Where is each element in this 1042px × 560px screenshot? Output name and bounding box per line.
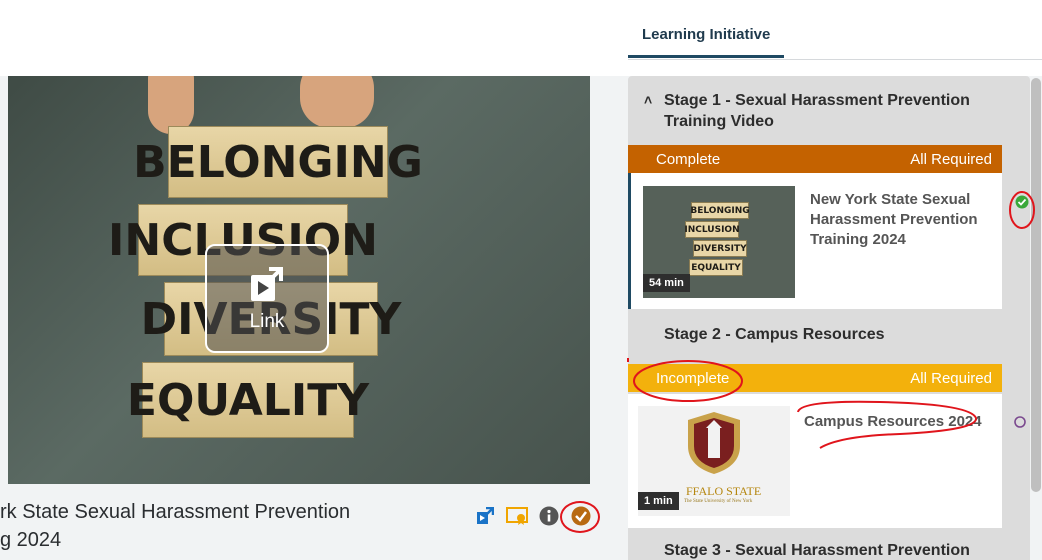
block-equality: EQUALITY [127,362,369,438]
campus-seal-logo [688,412,740,474]
stage-2-duration: 1 min [638,492,679,510]
stage-2-requirement: All Required [910,369,992,387]
stage-2-item-card[interactable]: FFALO STATE The State University of New … [628,394,1026,528]
content-title: rk State Sexual Harassment Prevention g … [0,498,420,554]
chevron-up-icon: ˄ [644,92,653,108]
stage-2-thumbnail: FFALO STATE The State University of New … [638,406,790,516]
stage-3-header[interactable]: Stage 3 - Sexual Harassment Prevention [628,542,1030,560]
stage-1-item-title[interactable]: New York State Sexual Harassment Prevent… [810,190,1000,250]
tab-learning-initiative[interactable]: Learning Initiative [628,26,785,58]
external-link-icon[interactable] [474,505,496,527]
stage-1-status-bar: Complete All Required [628,145,1002,173]
panel-scrollbar[interactable] [1031,78,1041,492]
hand-top-right [300,76,374,128]
link-overlay-button[interactable]: Link [205,244,329,353]
stage-1-duration: 54 min [643,274,690,292]
completed-check-icon [1015,195,1029,209]
campus-logo-text: FFALO STATE [686,484,762,498]
stage-1-title: Stage 1 - Sexual Harassment Prevention T… [664,92,970,130]
stage-2-title: Stage 2 - Campus Resources [664,326,885,343]
stage-1-status: Complete [656,150,721,168]
annotation-ring-check [560,501,600,533]
stage-2-header[interactable]: Stage 2 - Campus Resources [628,326,1030,356]
incomplete-circle-icon [1014,416,1026,428]
stage-1-thumbnail: BELONGING INCLUSION DIVERSITY EQUALITY 5… [643,186,795,298]
thumb-block-3: DIVERSITY [693,240,747,257]
content-title-line2: g 2024 [0,529,62,551]
stage-1-item-card[interactable]: BELONGING INCLUSION DIVERSITY EQUALITY 5… [628,173,1029,309]
stage-2-status-bar: Incomplete All Required [628,364,1002,392]
stage-1-requirement: All Required [910,150,992,168]
info-icon[interactable] [538,505,560,527]
stages-panel: ˄ Stage 1 - Sexual Harassment Prevention… [628,76,1030,560]
page: BELONGING INCLUSION DIVERSITY EQUALITY L… [0,0,1042,560]
campus-logo-subtext: The State University of New York [684,499,753,504]
link-overlay-label: Link [249,310,285,332]
stage-2-status: Incomplete [656,369,730,387]
thumb-block-4: EQUALITY [689,259,743,276]
external-video-icon [251,266,283,301]
stage-3-title: Stage 3 - Sexual Harassment Prevention [664,542,970,559]
stage-1-header[interactable]: ˄ Stage 1 - Sexual Harassment Prevention… [628,90,1030,144]
thumb-block-2: INCLUSION [684,221,740,238]
video-player[interactable]: BELONGING INCLUSION DIVERSITY EQUALITY L… [8,76,590,484]
certificate-icon[interactable] [506,505,528,527]
content-title-line1: rk State Sexual Harassment Prevention [0,501,351,523]
tab-bar: Learning Initiative [628,14,1042,60]
thumb-block-1: BELONGING [690,202,750,219]
block-belonging: BELONGING [133,126,423,198]
stage-2-item-title[interactable]: Campus Resources 2024 [804,412,994,432]
